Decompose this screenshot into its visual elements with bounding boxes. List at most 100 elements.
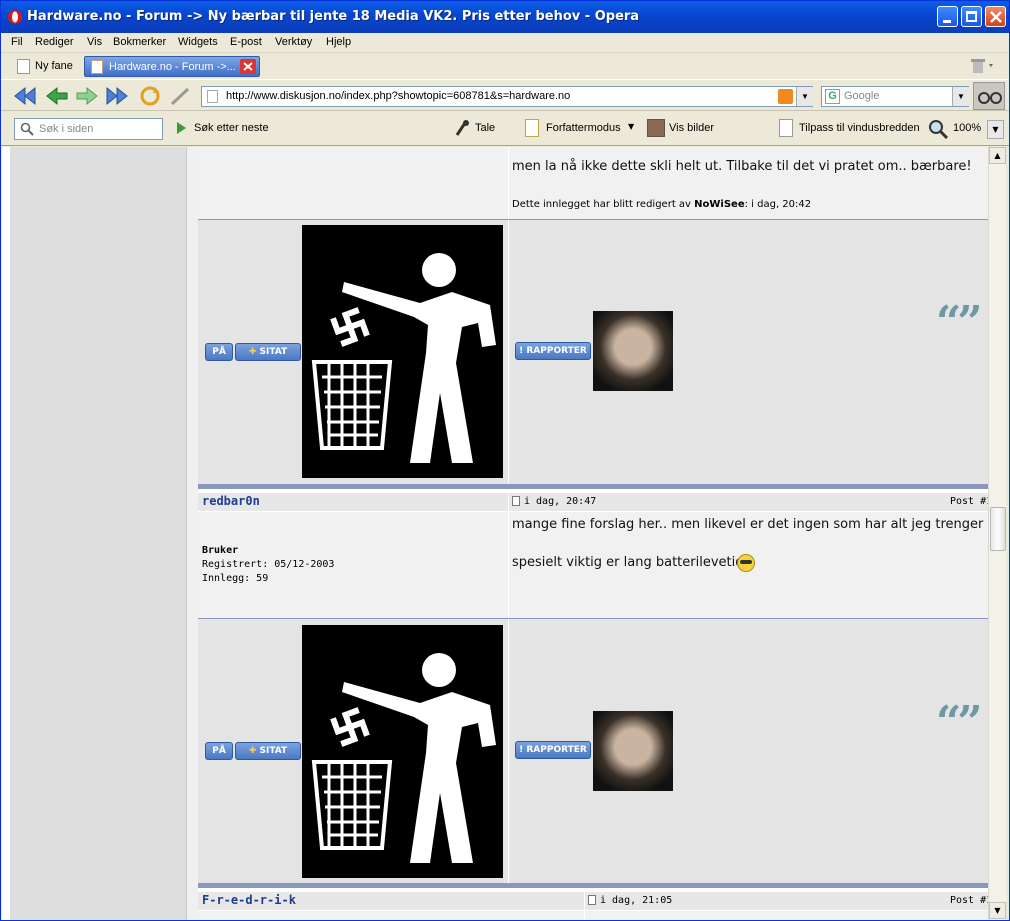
menu-help[interactable]: Hjelp: [326, 36, 351, 48]
pa-button[interactable]: PÅ: [205, 343, 233, 361]
post-icon: [512, 496, 520, 506]
web-page-viewport: men la nå ikke dette skli helt ut. Tilba…: [2, 147, 988, 920]
menu-widgets[interactable]: Widgets: [178, 36, 218, 48]
post-header-left: redbar0n: [198, 493, 508, 511]
menu-bar: Fil Rediger Vis Bokmerker Widgets E-post…: [1, 33, 1009, 53]
reload-icon[interactable]: [138, 85, 162, 107]
find-next-button[interactable]: Søk etter neste: [194, 122, 269, 134]
post-author-cell: [198, 147, 508, 219]
zoom-level[interactable]: 100%: [953, 122, 981, 134]
plus-icon: ✚: [248, 746, 260, 756]
speak-button[interactable]: Tale: [475, 122, 495, 134]
author-mode-dropdown-icon[interactable]: ▼: [628, 122, 634, 131]
page-margin: [186, 147, 198, 920]
page-icon: [91, 60, 103, 74]
post-time: i dag, 20:47: [524, 496, 597, 507]
post-time: i dag, 21:05: [600, 895, 673, 906]
post-header-right: i dag, 20:47 Post #1: [509, 493, 988, 511]
binoculars-icon: [978, 92, 1002, 104]
menu-edit[interactable]: Rediger: [35, 36, 74, 48]
post-number-link[interactable]: Post #1: [950, 496, 988, 507]
find-in-page-input[interactable]: Søk i siden: [14, 118, 163, 140]
find-toolbar: Søk i siden Søk etter neste Tale Forfatt…: [1, 112, 1009, 146]
search-dropdown-button[interactable]: ▼: [952, 87, 969, 106]
rss-feed-icon[interactable]: [778, 89, 793, 104]
images-icon: [647, 119, 665, 137]
user-post-count: Innlegg: 59: [202, 573, 269, 584]
close-icon: [243, 62, 253, 71]
author-mode-button[interactable]: Forfattermodus: [546, 122, 621, 134]
avatar-photo: [593, 711, 673, 791]
edit-note: Dette innlegget har blitt redigert av No…: [512, 199, 811, 210]
scroll-down-button[interactable]: ▼: [989, 902, 1006, 919]
title-bar: Hardware.no - Forum -> Ny bærbar til jen…: [1, 1, 1009, 33]
quote-label: SITAT: [259, 746, 288, 756]
fit-width-button[interactable]: Tilpass til vindusbredden: [799, 122, 920, 134]
plus-icon: ✚: [248, 347, 260, 357]
post-author-link[interactable]: F-r-e-d-r-i-k: [202, 893, 296, 907]
show-images-button[interactable]: Vis bilder: [669, 122, 714, 134]
post-author-link[interactable]: redbar0n: [202, 494, 260, 508]
menu-tools[interactable]: Verktøy: [275, 36, 312, 48]
forward-icon[interactable]: [75, 85, 99, 107]
search-engine-name: Google: [844, 90, 880, 102]
report-button[interactable]: ! RAPPORTER: [515, 342, 591, 360]
vertical-scrollbar[interactable]: ▲ ▼: [988, 147, 1006, 920]
maximize-button[interactable]: [961, 6, 982, 27]
edit-note-prefix: Dette innlegget har blitt redigert av: [512, 199, 691, 210]
menu-bookmarks[interactable]: Bokmerker: [113, 36, 166, 48]
quote-button[interactable]: ✚ SITAT: [235, 343, 301, 361]
quote-mark-icon: “”: [936, 697, 983, 748]
address-field[interactable]: http://www.diskusjon.no/index.php?showto…: [201, 86, 813, 107]
author-mode-icon: [525, 119, 539, 137]
tab-new[interactable]: Ny fane: [11, 56, 81, 77]
magnifier-icon: [20, 122, 34, 136]
menu-view[interactable]: Vis: [87, 36, 102, 48]
close-button[interactable]: [985, 6, 1006, 27]
edit-pen-icon[interactable]: [169, 85, 193, 107]
opera-logo-icon: [8, 10, 22, 24]
search-engine-field[interactable]: G Google ▼: [821, 86, 969, 107]
user-role: Bruker: [202, 545, 239, 556]
trash-icon[interactable]: [969, 57, 997, 75]
navigation-toolbar: http://www.diskusjon.no/index.php?showto…: [1, 79, 1009, 111]
edit-note-user[interactable]: NoWiSee: [694, 199, 744, 210]
post-text: men la nå ikke dette skli helt ut. Tilba…: [512, 159, 972, 174]
tab-close-button[interactable]: [240, 59, 256, 74]
minimize-button[interactable]: [937, 6, 958, 27]
play-arrow-icon: [177, 122, 186, 134]
menu-email[interactable]: E-post: [230, 36, 262, 48]
post-number-link[interactable]: Post #1: [950, 895, 988, 906]
post-text-line-1: mange fine forslag her.. men likevel er …: [512, 517, 984, 532]
rewind-icon[interactable]: [13, 85, 37, 107]
menu-file[interactable]: Fil: [11, 36, 23, 48]
tab-label: Hardware.no - Forum ->...: [109, 61, 236, 73]
post-icon: [588, 895, 596, 905]
post-body-cell: [585, 911, 988, 920]
url-text: http://www.diskusjon.no/index.php?showto…: [226, 90, 571, 102]
tab-label: Ny fane: [35, 60, 73, 72]
opera-binoculars-button[interactable]: [973, 82, 1005, 110]
post-separator: [198, 484, 988, 489]
find-placeholder: Søk i siden: [39, 123, 94, 135]
back-icon[interactable]: [45, 85, 69, 107]
minimize-icon: [943, 20, 951, 23]
no-nazi-trashcan-icon: [311, 653, 496, 863]
microphone-icon: [455, 120, 469, 136]
address-dropdown-button[interactable]: ▼: [796, 87, 813, 106]
sunglasses-icon: [740, 560, 752, 564]
report-button[interactable]: ! RAPPORTER: [515, 741, 591, 759]
scroll-up-button[interactable]: ▲: [989, 147, 1006, 164]
quote-button[interactable]: ✚ SITAT: [235, 742, 301, 760]
fast-forward-icon[interactable]: [105, 85, 129, 107]
cool-smiley-icon: [737, 554, 755, 572]
avatar-photo: [593, 311, 673, 391]
tab-active[interactable]: Hardware.no - Forum ->...: [84, 56, 260, 77]
post-author-cell: [198, 911, 584, 920]
page-icon: [207, 90, 218, 103]
pa-button[interactable]: PÅ: [205, 742, 233, 760]
scroll-thumb[interactable]: [990, 507, 1006, 551]
zoom-dropdown-button[interactable]: ▼: [987, 120, 1004, 139]
fit-width-icon: [779, 119, 793, 137]
window-title: Hardware.no - Forum -> Ny bærbar til jen…: [27, 9, 640, 24]
